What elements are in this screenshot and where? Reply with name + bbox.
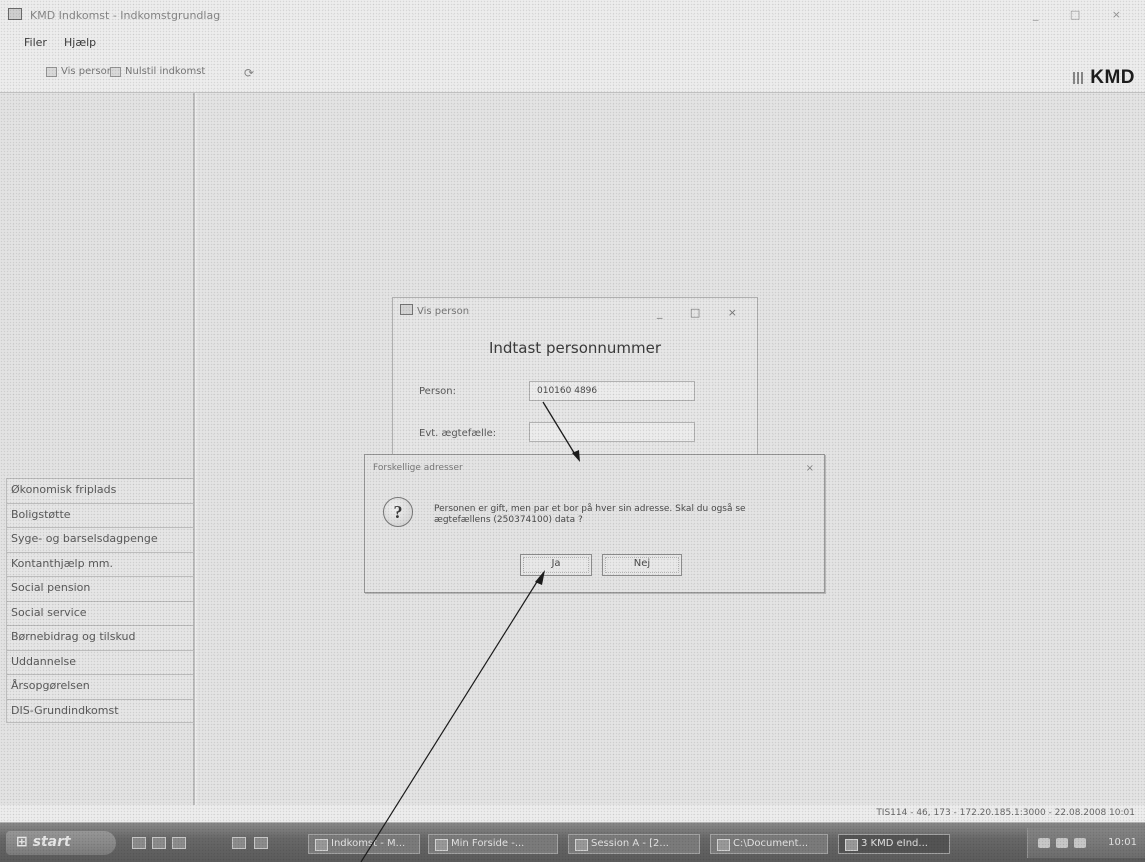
person-input[interactable]: 010160 4896 bbox=[529, 381, 695, 401]
vis-person-toolbar-button[interactable]: Vis person bbox=[46, 66, 113, 77]
second-toolbar-button[interactable]: Nulstil indkomst bbox=[110, 66, 205, 77]
menu-bar: Filer Hjælp bbox=[0, 33, 1145, 55]
app-icon bbox=[8, 8, 22, 20]
status-text: TIS114 - 46, 173 - 172.20.185.1:3000 - 2… bbox=[876, 808, 1135, 818]
kmd-logo-mark bbox=[1073, 72, 1086, 84]
network-icon[interactable] bbox=[1038, 838, 1050, 848]
second-toolbar-label: Nulstil indkomst bbox=[125, 66, 206, 77]
toolbar: Vis person Nulstil indkomst ⟳ bbox=[0, 58, 1145, 88]
dialog-title: Forskellige adresser bbox=[373, 463, 463, 473]
kmd-logo-text: KMD bbox=[1090, 67, 1135, 88]
nav-item-kontanthjaelp[interactable]: Kontanthjælp mm. bbox=[6, 551, 194, 576]
media-icon[interactable] bbox=[172, 837, 186, 849]
no-button[interactable]: Nej bbox=[602, 554, 682, 576]
windows-taskbar: ⊞ start Indkomst - M... Min Forside -...… bbox=[0, 822, 1145, 862]
app-title: KMD Indkomst - Indkomstgrundlag bbox=[30, 9, 221, 22]
system-tray: 10:01 bbox=[1027, 828, 1145, 858]
window-controls[interactable]: _ □ × bbox=[1033, 8, 1135, 21]
module-nav-list: Økonomisk friplads Boligstøtte Syge- og … bbox=[6, 478, 194, 723]
personnummer-heading: Indtast personnummer bbox=[488, 339, 662, 357]
dialog-close-button[interactable]: × bbox=[806, 463, 814, 474]
kmd-logo: KMD bbox=[1073, 67, 1135, 89]
task-item-documents[interactable]: C:\Document... bbox=[710, 834, 828, 854]
menu-filer[interactable]: Filer bbox=[24, 36, 47, 49]
volume-icon[interactable] bbox=[1056, 838, 1068, 848]
nav-item-uddannelse[interactable]: Uddannelse bbox=[6, 649, 194, 674]
dialog-message: Personen er gift, men par et bor på hver… bbox=[434, 504, 746, 525]
excel-icon[interactable] bbox=[254, 837, 268, 849]
document-icon bbox=[110, 66, 121, 77]
nav-item-syge-og-barselsdagpenge[interactable]: Syge- og barselsdagpenge bbox=[6, 527, 194, 552]
different-addresses-dialog: Forskellige adresser × ? Personen er gif… bbox=[364, 454, 825, 593]
vis-person-window-controls[interactable]: _ □ × bbox=[657, 306, 749, 319]
task-item-session-a[interactable]: Session A - [2... bbox=[568, 834, 700, 854]
vis-person-toolbar-label: Vis person bbox=[61, 66, 114, 77]
task-item-kmd-eind[interactable]: 3 KMD eInd... bbox=[838, 834, 950, 854]
spouse-label: Evt. ægtefælle: bbox=[419, 428, 497, 439]
vis-person-window: Vis person _ □ × Indtast personnummer Pe… bbox=[392, 297, 758, 477]
windows-logo-icon: ⊞ bbox=[16, 834, 33, 850]
nav-item-bornebidrag[interactable]: Børnebidrag og tilskud bbox=[6, 625, 194, 650]
menu-hjaelp[interactable]: Hjælp bbox=[64, 36, 96, 49]
start-label: start bbox=[32, 834, 71, 850]
nav-item-arsopgorelsen[interactable]: Årsopgørelsen bbox=[6, 674, 194, 699]
app-titlebar: KMD Indkomst - Indkomstgrundlag _ □ × bbox=[0, 0, 1145, 30]
word-icon[interactable] bbox=[232, 837, 246, 849]
task-item-indkomst[interactable]: Indkomst - M... bbox=[308, 834, 420, 854]
nav-item-social-pension[interactable]: Social pension bbox=[6, 576, 194, 601]
refresh-toolbar-button[interactable]: ⟳ bbox=[244, 66, 254, 80]
person-icon bbox=[46, 66, 57, 77]
ie-icon[interactable] bbox=[132, 837, 146, 849]
question-icon: ? bbox=[383, 497, 413, 527]
nav-item-boligstotte[interactable]: Boligstøtte bbox=[6, 502, 194, 527]
vis-person-window-title: Vis person bbox=[417, 306, 470, 317]
desktop-icon[interactable] bbox=[152, 837, 166, 849]
refresh-icon: ⟳ bbox=[244, 66, 255, 80]
start-button[interactable]: ⊞ start bbox=[6, 831, 116, 855]
nav-item-social-service[interactable]: Social service bbox=[6, 600, 194, 625]
status-line: TIS114 - 46, 173 - 172.20.185.1:3000 - 2… bbox=[0, 805, 1145, 822]
yes-button[interactable]: Ja bbox=[520, 554, 592, 576]
security-icon[interactable] bbox=[1074, 838, 1086, 848]
person-label: Person: bbox=[419, 386, 456, 397]
nav-item-okonomisk-friplads[interactable]: Økonomisk friplads bbox=[6, 478, 194, 503]
task-item-min-forside[interactable]: Min Forside -... bbox=[428, 834, 558, 854]
spouse-input[interactable] bbox=[529, 422, 695, 442]
window-icon bbox=[400, 304, 413, 315]
clock: 10:01 bbox=[1108, 837, 1137, 848]
nav-item-dis-grundindkomst[interactable]: DIS-Grundindkomst bbox=[6, 698, 194, 723]
